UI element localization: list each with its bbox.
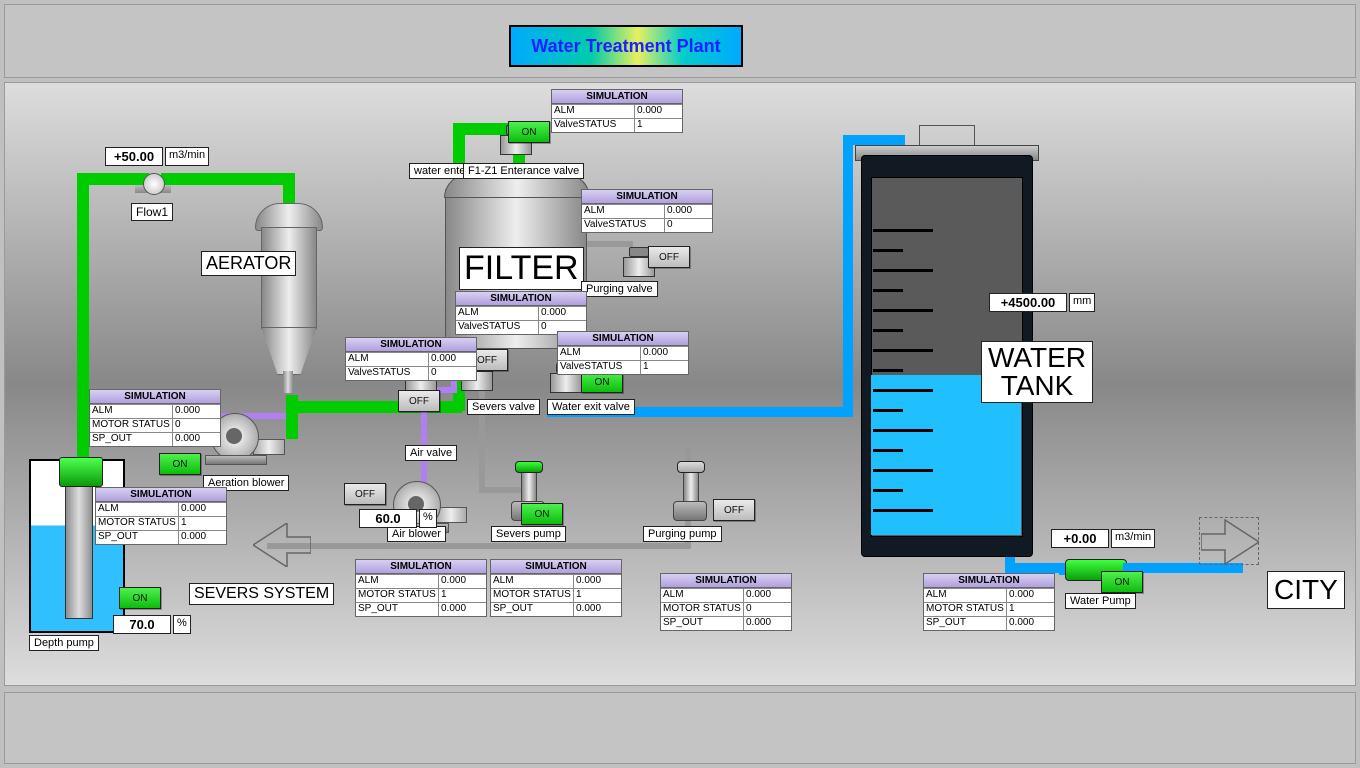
flow2-value: +0.00m3/min: [1051, 529, 1155, 548]
sim-purging-pump[interactable]: SIMULATION ALM0.000 MOTOR STATUS0 SP_OUT…: [660, 573, 792, 631]
purging-pump-label: Purging pump: [643, 526, 722, 542]
sim-purging-valve[interactable]: SIMULATION ALM0.000 ValveSTATUS0: [581, 189, 713, 233]
severs-system-label: SEVERS SYSTEM: [189, 583, 334, 605]
water-tank-icon: [861, 125, 1031, 555]
severs-pump-on-button[interactable]: ON: [521, 503, 563, 525]
entrance-valve-label: F1-Z1 Enterance valve: [463, 163, 584, 179]
flow-meter-icon: [135, 173, 171, 201]
aerator-icon: [243, 203, 333, 393]
aerator-label: AERATOR: [201, 251, 296, 276]
city-arrow-dashed-box: [1199, 517, 1259, 565]
tank-level-value: +4500.00mm: [989, 293, 1095, 312]
pipe-blue: [843, 135, 853, 417]
depth-pump-on-button[interactable]: ON: [119, 587, 161, 609]
water-pump-label: Water Pump: [1065, 593, 1136, 609]
flow1-value: +50.00m3/min: [105, 147, 209, 166]
sim-severs-pump[interactable]: SIMULATION ALM0.000 MOTOR STATUS1 SP_OUT…: [355, 559, 487, 617]
sim-air-valve[interactable]: SIMULATION ALM0.000 ValveSTATUS0: [345, 337, 477, 381]
sim-depth-pump-top[interactable]: SIMULATION ALM0.000 MOTOR STATUS0 SP_OUT…: [89, 389, 221, 447]
pipe: [77, 173, 89, 473]
diagram-stage: +50.00m3/min Flow1 AERATOR FILTER water …: [4, 82, 1356, 686]
sim-air-blower[interactable]: SIMULATION ALM0.000 MOTOR STATUS1 SP_OUT…: [490, 559, 622, 617]
entrance-valve-on-button[interactable]: ON: [508, 121, 550, 143]
water-pump-on-button[interactable]: ON: [1101, 571, 1143, 593]
purging-pump-icon: [665, 461, 713, 521]
airblower-speed-value: 60.0%: [359, 509, 437, 528]
pipe: [161, 173, 291, 185]
aeration-blower-on-button[interactable]: ON: [159, 453, 201, 475]
city-label: CITY: [1267, 571, 1345, 609]
flow1-label: Flow1: [131, 203, 173, 221]
purging-valve-label: Purging valve: [581, 281, 658, 297]
purging-pump-off-button[interactable]: OFF: [713, 499, 755, 521]
water-exit-valve-label: Water exit valve: [547, 399, 635, 415]
air-blower-label: Air blower: [387, 526, 446, 542]
title-banner: Water Treatment Plant: [509, 25, 743, 67]
pipe-grey: [267, 543, 691, 549]
depth-pump-label: Depth pump: [29, 635, 99, 651]
sim-entrance-valve[interactable]: SIMULATION ALM0.000 ValveSTATUS1: [551, 89, 683, 133]
water-tank-label: WATER TANK: [981, 341, 1093, 403]
depth-pump-icon: [29, 459, 125, 633]
sim-depth-pump-bottom[interactable]: SIMULATION ALM0.000 MOTOR STATUS1 SP_OUT…: [95, 487, 227, 545]
water-tank-label-text: WATER TANK: [988, 342, 1086, 401]
sim-severs-valve[interactable]: SIMULATION ALM0.000 ValveSTATUS0: [455, 291, 587, 335]
filter-label: FILTER: [459, 247, 584, 290]
air-blower-off-button[interactable]: OFF: [344, 483, 386, 505]
sim-water-pump[interactable]: SIMULATION ALM0.000 MOTOR STATUS1 SP_OUT…: [923, 573, 1055, 631]
air-valve-off-button[interactable]: OFF: [398, 390, 440, 412]
purging-valve-off-button[interactable]: OFF: [648, 246, 690, 268]
top-bar: Water Treatment Plant: [4, 4, 1356, 78]
bottom-bar: [4, 692, 1356, 764]
air-valve-label: Air valve: [405, 445, 457, 461]
severs-pump-label: Severs pump: [491, 526, 566, 542]
severs-valve-label: Severs valve: [467, 399, 540, 415]
depth-speed-value: 70.0%: [113, 615, 191, 634]
sim-water-exit[interactable]: SIMULATION ALM0.000 ValveSTATUS1: [557, 331, 689, 375]
